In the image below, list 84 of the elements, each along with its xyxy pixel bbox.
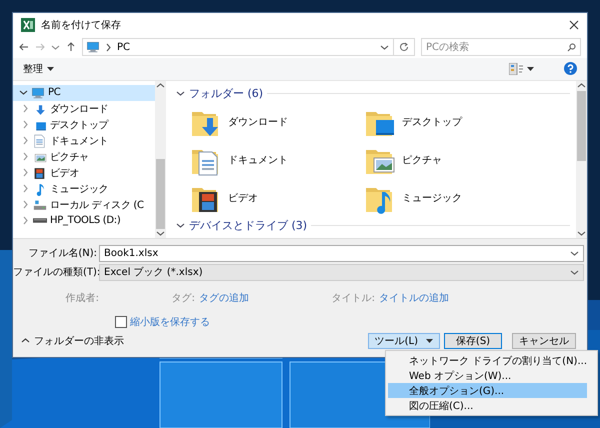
folder-item[interactable]: ドキュメント <box>190 140 364 179</box>
scroll-down-icon[interactable] <box>577 228 586 238</box>
nav-label: ダウンロード <box>50 102 108 116</box>
nav-item[interactable]: PC <box>13 84 155 101</box>
nav-item[interactable]: ビデオ <box>13 164 155 181</box>
metadata-label: 作成者: <box>66 292 99 305</box>
folder-label: ビデオ <box>228 192 258 205</box>
back-arrow-icon[interactable] <box>19 42 29 52</box>
scrollbar[interactable] <box>155 80 166 238</box>
caret-icon[interactable] <box>527 66 534 71</box>
drive-icon <box>33 218 47 224</box>
file-name-label: ファイル名(N): <box>27 247 98 260</box>
folder-label: ドキュメント <box>228 154 288 167</box>
file-name-field[interactable]: Book1.xlsx <box>99 244 584 262</box>
nav-item[interactable]: ドキュメント <box>13 132 155 149</box>
recent-chevron-icon[interactable] <box>51 42 60 52</box>
menu-item[interactable]: 図の圧縮(C)... <box>388 398 587 413</box>
separator-chevron-icon[interactable] <box>104 42 113 52</box>
scrollbar[interactable] <box>576 80 587 238</box>
nav-label: PC <box>48 87 60 98</box>
window-title: 名前を付けて保存 <box>41 18 121 32</box>
caret-icon[interactable] <box>47 66 54 71</box>
spreadsheet-app-icon <box>21 18 35 32</box>
nav-label: ローカル ディスク (C <box>50 198 144 212</box>
computer-icon <box>31 86 45 100</box>
collapse-chevron-icon[interactable] <box>21 336 30 346</box>
nav-label: HP_TOOLS (D:) <box>50 215 120 226</box>
organize-menu[interactable]: 整理 <box>23 62 43 76</box>
save-button[interactable]: 保存(S) <box>444 332 502 349</box>
nav-item[interactable]: ミュージック <box>13 180 155 197</box>
group-header[interactable]: デバイスとドライブ (3) <box>189 218 308 234</box>
close-icon[interactable] <box>569 20 579 30</box>
nav-label: ミュージック <box>50 182 108 196</box>
nav-label: ビデオ <box>50 166 80 180</box>
nav-item[interactable]: ピクチャ <box>13 148 155 165</box>
nav-item[interactable]: デスクトップ <box>13 116 155 133</box>
menu-item[interactable]: ネットワーク ドライブの割り当て(N)... <box>388 353 587 368</box>
metadata-label: タイトル: <box>332 292 375 305</box>
scroll-up-icon[interactable] <box>156 80 165 90</box>
checkbox-label[interactable]: 縮小版を保存する <box>130 314 210 329</box>
computer-icon <box>86 40 100 54</box>
nav-item[interactable]: ダウンロード <box>13 100 155 117</box>
menu-item[interactable]: 全般オプション(G)... <box>388 383 587 398</box>
folder-item[interactable]: ダウンロード <box>190 102 364 141</box>
folder-item[interactable]: ピクチャ <box>364 140 538 179</box>
cancel-button[interactable]: キャンセル <box>512 332 576 349</box>
dropdown-chevron-icon[interactable] <box>380 42 389 52</box>
film-icon <box>33 166 47 180</box>
file-type-dropdown[interactable]: Excel ブック (*.xlsx) <box>99 264 584 281</box>
folder-label: ダウンロード <box>228 116 288 129</box>
document-icon <box>33 134 47 148</box>
tools-button[interactable]: ツール(L) <box>368 332 440 349</box>
address-path: PC <box>117 42 130 53</box>
folder-item[interactable]: ミュージック <box>364 178 538 217</box>
group-chevron-icon[interactable] <box>176 89 185 98</box>
nav-label: ドキュメント <box>50 134 108 148</box>
nav-item[interactable]: HP_TOOLS (D:) <box>13 212 155 229</box>
metadata-link[interactable]: タグの追加 <box>199 290 279 305</box>
group-header[interactable]: フォルダー (6) <box>189 86 264 102</box>
folder-label: ピクチャ <box>402 154 442 167</box>
up-arrow-icon[interactable] <box>66 42 76 52</box>
address-bar[interactable]: PC <box>82 38 415 56</box>
help-icon[interactable] <box>564 62 577 76</box>
refresh-icon[interactable] <box>399 42 409 52</box>
hide-folders-toggle[interactable]: フォルダーの非表示 <box>34 334 124 348</box>
folder-item[interactable]: デスクトップ <box>364 102 538 141</box>
folder-label: ミュージック <box>402 192 462 205</box>
menu-item[interactable]: Web オプション(W)... <box>388 368 587 383</box>
nav-item[interactable]: ローカル ディスク (C <box>13 196 155 213</box>
metadata-link[interactable]: タイトルの追加 <box>379 290 459 305</box>
caret-icon <box>426 338 433 343</box>
checkbox[interactable] <box>115 316 127 328</box>
folder-label: デスクトップ <box>402 116 462 129</box>
scroll-down-icon[interactable] <box>156 228 165 238</box>
folder-item[interactable]: ビデオ <box>190 178 364 217</box>
scroll-up-icon[interactable] <box>577 80 586 90</box>
search-icon <box>567 42 576 52</box>
nav-label: ピクチャ <box>50 150 89 164</box>
file-type-label: ファイルの種類(T): <box>13 266 99 280</box>
group-chevron-icon[interactable] <box>176 221 185 230</box>
search-field[interactable]: PCの検索 <box>421 38 581 56</box>
nav-label: デスクトップ <box>50 118 108 132</box>
disk-drive-icon <box>33 198 47 212</box>
metadata-label: タグ: <box>172 292 195 305</box>
